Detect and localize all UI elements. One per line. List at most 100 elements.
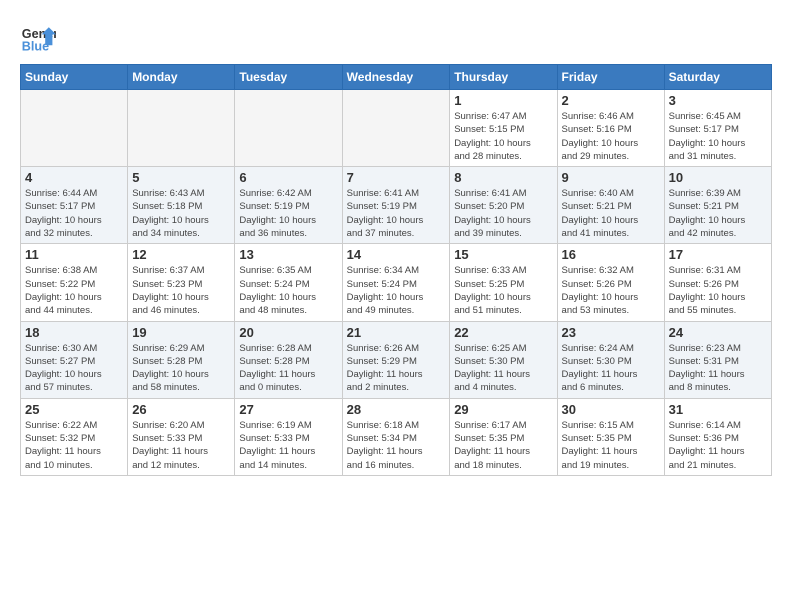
day-number: 19 — [132, 325, 230, 340]
day-number: 25 — [25, 402, 123, 417]
calendar-cell: 13Sunrise: 6:35 AM Sunset: 5:24 PM Dayli… — [235, 244, 342, 321]
calendar-week-3: 11 Sunrise: 6:38 AM Sunset: 5:22 PM Dayli… — [21, 244, 772, 321]
day-number: 1 — [454, 93, 552, 108]
calendar-cell: 24 Sunrise: 6:23 AM Sunset: 5:31 PM Dayli… — [664, 321, 771, 398]
calendar-cell: 5 Sunrise: 6:43 AM Sunset: 5:18 PM Daylig… — [128, 167, 235, 244]
day-info: Sunrise: 6:20 AM Sunset: 5:33 PM Dayligh… — [132, 419, 230, 472]
day-info: Sunrise: 6:28 AM Sunset: 5:28 PM Dayligh… — [239, 342, 337, 395]
calendar-cell: 7 Sunrise: 6:41 AM Sunset: 5:19 PM Daylig… — [342, 167, 450, 244]
day-number: 7 — [347, 170, 446, 185]
day-info: Sunrise: 6:17 AM Sunset: 5:35 PM Dayligh… — [454, 419, 552, 472]
day-info: Sunrise: 6:44 AM Sunset: 5:17 PM Dayligh… — [25, 187, 123, 240]
day-info: Sunrise: 6:22 AM Sunset: 5:32 PM Dayligh… — [25, 419, 123, 472]
day-number: 12 — [132, 247, 230, 262]
day-number: 5 — [132, 170, 230, 185]
calendar-week-4: 18 Sunrise: 6:30 AM Sunset: 5:27 PM Dayli… — [21, 321, 772, 398]
day-info: Sunrise: 6:33 AM Sunset: 5:25 PM Dayligh… — [454, 264, 552, 317]
col-header-tuesday: Tuesday — [235, 65, 342, 90]
col-header-monday: Monday — [128, 65, 235, 90]
day-info: Sunrise: 6:34 AM Sunset: 5:24 PM Dayligh… — [347, 264, 446, 317]
calendar-cell: 26Sunrise: 6:20 AM Sunset: 5:33 PM Dayli… — [128, 398, 235, 475]
day-number: 23 — [562, 325, 660, 340]
day-number: 8 — [454, 170, 552, 185]
day-info: Sunrise: 6:15 AM Sunset: 5:35 PM Dayligh… — [562, 419, 660, 472]
day-number: 28 — [347, 402, 446, 417]
day-number: 29 — [454, 402, 552, 417]
day-info: Sunrise: 6:38 AM Sunset: 5:22 PM Dayligh… — [25, 264, 123, 317]
logo-icon: General Blue — [20, 20, 56, 56]
calendar-cell: 11 Sunrise: 6:38 AM Sunset: 5:22 PM Dayli… — [21, 244, 128, 321]
day-number: 18 — [25, 325, 123, 340]
day-info: Sunrise: 6:14 AM Sunset: 5:36 PM Dayligh… — [669, 419, 767, 472]
day-info: Sunrise: 6:37 AM Sunset: 5:23 PM Dayligh… — [132, 264, 230, 317]
calendar-cell: 23 Sunrise: 6:24 AM Sunset: 5:30 PM Dayli… — [557, 321, 664, 398]
day-number: 31 — [669, 402, 767, 417]
calendar-week-2: 4 Sunrise: 6:44 AM Sunset: 5:17 PM Daylig… — [21, 167, 772, 244]
col-header-wednesday: Wednesday — [342, 65, 450, 90]
day-info: Sunrise: 6:29 AM Sunset: 5:28 PM Dayligh… — [132, 342, 230, 395]
calendar-cell: 4 Sunrise: 6:44 AM Sunset: 5:17 PM Daylig… — [21, 167, 128, 244]
day-number: 6 — [239, 170, 337, 185]
calendar-cell: 19 Sunrise: 6:29 AM Sunset: 5:28 PM Dayli… — [128, 321, 235, 398]
calendar-cell — [342, 90, 450, 167]
logo: General Blue — [20, 20, 56, 56]
day-info: Sunrise: 6:39 AM Sunset: 5:21 PM Dayligh… — [669, 187, 767, 240]
day-number: 9 — [562, 170, 660, 185]
day-info: Sunrise: 6:30 AM Sunset: 5:27 PM Dayligh… — [25, 342, 123, 395]
calendar-cell: 29 Sunrise: 6:17 AM Sunset: 5:35 PM Dayli… — [450, 398, 557, 475]
day-number: 10 — [669, 170, 767, 185]
svg-text:Blue: Blue — [22, 40, 49, 54]
day-number: 2 — [562, 93, 660, 108]
calendar-cell: 16 Sunrise: 6:32 AM Sunset: 5:26 PM Dayli… — [557, 244, 664, 321]
calendar-cell: 28 Sunrise: 6:18 AM Sunset: 5:34 PM Dayli… — [342, 398, 450, 475]
calendar-week-1: 1 Sunrise: 6:47 AM Sunset: 5:15 PM Daylig… — [21, 90, 772, 167]
calendar-cell: 20 Sunrise: 6:28 AM Sunset: 5:28 PM Dayli… — [235, 321, 342, 398]
calendar-cell: 18 Sunrise: 6:30 AM Sunset: 5:27 PM Dayli… — [21, 321, 128, 398]
day-info: Sunrise: 6:24 AM Sunset: 5:30 PM Dayligh… — [562, 342, 660, 395]
calendar-cell: 17 Sunrise: 6:31 AM Sunset: 5:26 PM Dayli… — [664, 244, 771, 321]
calendar-cell: 27Sunrise: 6:19 AM Sunset: 5:33 PM Dayli… — [235, 398, 342, 475]
col-header-thursday: Thursday — [450, 65, 557, 90]
calendar-cell: 12 Sunrise: 6:37 AM Sunset: 5:23 PM Dayli… — [128, 244, 235, 321]
day-info: Sunrise: 6:31 AM Sunset: 5:26 PM Dayligh… — [669, 264, 767, 317]
calendar-cell: 6 Sunrise: 6:42 AM Sunset: 5:19 PM Daylig… — [235, 167, 342, 244]
day-number: 17 — [669, 247, 767, 262]
day-info: Sunrise: 6:43 AM Sunset: 5:18 PM Dayligh… — [132, 187, 230, 240]
day-number: 20 — [239, 325, 337, 340]
day-number: 22 — [454, 325, 552, 340]
day-number: 15 — [454, 247, 552, 262]
page-header: General Blue — [20, 16, 772, 56]
day-number: 24 — [669, 325, 767, 340]
day-info: Sunrise: 6:25 AM Sunset: 5:30 PM Dayligh… — [454, 342, 552, 395]
day-info: Sunrise: 6:23 AM Sunset: 5:31 PM Dayligh… — [669, 342, 767, 395]
calendar-cell: 10 Sunrise: 6:39 AM Sunset: 5:21 PM Dayli… — [664, 167, 771, 244]
day-info: Sunrise: 6:47 AM Sunset: 5:15 PM Dayligh… — [454, 110, 552, 163]
col-header-friday: Friday — [557, 65, 664, 90]
calendar-cell: 22 Sunrise: 6:25 AM Sunset: 5:30 PM Dayli… — [450, 321, 557, 398]
calendar-cell — [128, 90, 235, 167]
calendar-cell: 25 Sunrise: 6:22 AM Sunset: 5:32 PM Dayli… — [21, 398, 128, 475]
calendar-cell: 31 Sunrise: 6:14 AM Sunset: 5:36 PM Dayli… — [664, 398, 771, 475]
calendar-cell: 8Sunrise: 6:41 AM Sunset: 5:20 PM Daylig… — [450, 167, 557, 244]
calendar-header-row: SundayMondayTuesdayWednesdayThursdayFrid… — [21, 65, 772, 90]
calendar-cell: 30Sunrise: 6:15 AM Sunset: 5:35 PM Dayli… — [557, 398, 664, 475]
calendar-table: SundayMondayTuesdayWednesdayThursdayFrid… — [20, 64, 772, 476]
day-info: Sunrise: 6:40 AM Sunset: 5:21 PM Dayligh… — [562, 187, 660, 240]
col-header-sunday: Sunday — [21, 65, 128, 90]
day-number: 11 — [25, 247, 123, 262]
calendar-cell: 14 Sunrise: 6:34 AM Sunset: 5:24 PM Dayli… — [342, 244, 450, 321]
day-number: 16 — [562, 247, 660, 262]
day-number: 13 — [239, 247, 337, 262]
day-number: 4 — [25, 170, 123, 185]
day-info: Sunrise: 6:41 AM Sunset: 5:19 PM Dayligh… — [347, 187, 446, 240]
day-info: Sunrise: 6:45 AM Sunset: 5:17 PM Dayligh… — [669, 110, 767, 163]
calendar-cell: 1 Sunrise: 6:47 AM Sunset: 5:15 PM Daylig… — [450, 90, 557, 167]
day-number: 21 — [347, 325, 446, 340]
calendar-cell: 2Sunrise: 6:46 AM Sunset: 5:16 PM Daylig… — [557, 90, 664, 167]
col-header-saturday: Saturday — [664, 65, 771, 90]
day-info: Sunrise: 6:19 AM Sunset: 5:33 PM Dayligh… — [239, 419, 337, 472]
day-number: 14 — [347, 247, 446, 262]
day-info: Sunrise: 6:32 AM Sunset: 5:26 PM Dayligh… — [562, 264, 660, 317]
day-info: Sunrise: 6:18 AM Sunset: 5:34 PM Dayligh… — [347, 419, 446, 472]
day-info: Sunrise: 6:42 AM Sunset: 5:19 PM Dayligh… — [239, 187, 337, 240]
